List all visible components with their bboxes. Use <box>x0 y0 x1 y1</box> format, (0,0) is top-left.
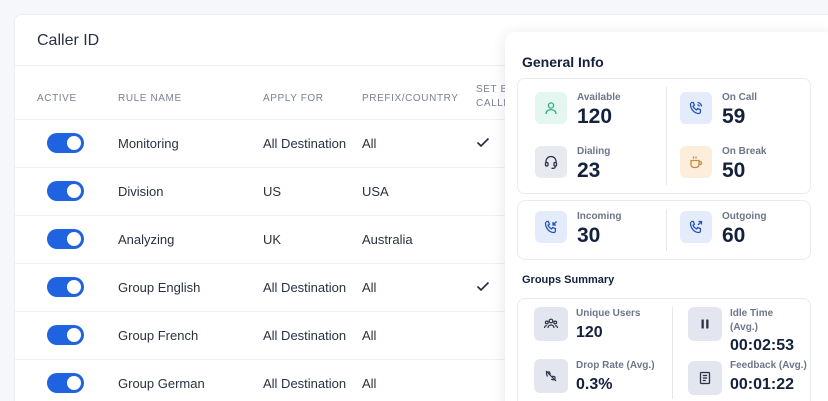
active-toggle[interactable] <box>47 277 84 297</box>
stat-outgoing-value: 60 <box>722 224 746 247</box>
stat-idle-time-label-line1: Idle Time <box>730 308 774 319</box>
groups-summary-box: Unique Users 120 Idle Time (Avg.) 00:02:… <box>517 298 811 401</box>
general-info-panel: General Info Available 120 On Call 59 Di… <box>505 32 828 401</box>
headset-icon <box>535 146 567 178</box>
stat-outgoing-label: Outgoing <box>722 211 767 222</box>
rule-name-cell: Monitoring <box>118 136 179 151</box>
rule-name-cell: Analyzing <box>118 232 175 247</box>
toggle-knob <box>67 328 81 342</box>
stat-available-label: Available <box>577 92 621 103</box>
stat-on-break-value: 50 <box>722 159 746 182</box>
rule-name-cell: Group English <box>118 280 201 295</box>
active-toggle[interactable] <box>47 325 84 345</box>
groups-divider <box>672 307 673 399</box>
stat-on-break-label: On Break <box>722 146 767 157</box>
stat-feedback-label: Feedback (Avg.) <box>730 360 807 371</box>
direction-divider <box>666 209 667 251</box>
prefix-country-cell: All <box>362 280 377 295</box>
prefix-country-cell: All <box>362 376 377 391</box>
coffee-icon <box>680 146 712 178</box>
column-header-apply-for[interactable]: APPLY FOR <box>263 92 324 106</box>
toggle-knob <box>67 280 81 294</box>
prefix-country-cell: Australia <box>362 232 413 247</box>
active-toggle[interactable] <box>47 373 84 393</box>
status-stats-box: Available 120 On Call 59 Dialing 23 On B… <box>517 78 811 194</box>
toggle-knob <box>67 184 81 198</box>
stat-drop-rate-value: 0.3% <box>576 376 613 393</box>
apply-for-cell: UK <box>263 232 282 247</box>
stat-incoming-value: 30 <box>577 224 601 247</box>
user-icon <box>535 92 567 124</box>
prefix-country-cell: All <box>362 328 377 343</box>
active-toggle[interactable] <box>47 133 84 153</box>
phone-call-icon <box>680 92 712 124</box>
stat-unique-users-label: Unique Users <box>576 308 641 319</box>
check-icon <box>476 137 490 148</box>
rule-name-cell: Group French <box>118 328 199 343</box>
apply-for-cell: All Destination <box>263 280 347 295</box>
toggle-knob <box>67 232 81 246</box>
column-header-active[interactable]: ACTIVE <box>37 92 77 106</box>
missed-call-icon <box>534 359 568 393</box>
rule-name-cell: Division <box>118 184 164 199</box>
stat-idle-time-value: 00:02:53 <box>730 337 795 354</box>
stat-dialing-label: Dialing <box>577 146 611 157</box>
general-info-title: General Info <box>522 54 604 70</box>
stats-divider <box>666 87 667 185</box>
prefix-country-cell: All <box>362 136 377 151</box>
active-toggle[interactable] <box>47 181 84 201</box>
stat-idle-time-label: Idle Time (Avg.) <box>730 307 773 335</box>
caller-id-title: Caller ID <box>37 32 100 49</box>
incoming-call-icon <box>535 211 567 243</box>
call-direction-box: Incoming 30 Outgoing 60 <box>517 200 811 260</box>
active-toggle[interactable] <box>47 229 84 249</box>
users-icon <box>534 307 568 341</box>
pause-icon <box>688 307 722 341</box>
document-icon <box>688 361 722 395</box>
stat-drop-rate-label: Drop Rate (Avg.) <box>576 360 655 371</box>
apply-for-cell: US <box>263 184 282 199</box>
prefix-country-cell: USA <box>362 184 389 199</box>
stat-on-call-value: 59 <box>722 105 746 128</box>
column-header-prefix-country[interactable]: PREFIX/COUNTRY <box>362 92 459 106</box>
apply-for-cell: All Destination <box>263 328 347 343</box>
groups-summary-title: Groups Summary <box>522 274 615 286</box>
check-icon <box>476 281 490 292</box>
toggle-knob <box>67 136 81 150</box>
stat-unique-users-value: 120 <box>576 324 603 341</box>
stat-on-call-label: On Call <box>722 92 758 103</box>
apply-for-cell: All Destination <box>263 136 347 151</box>
stat-available-value: 120 <box>577 105 613 128</box>
stat-idle-time-label-line2: (Avg.) <box>730 322 758 333</box>
stat-feedback-value: 00:01:22 <box>730 376 795 393</box>
stat-incoming-label: Incoming <box>577 211 622 222</box>
toggle-knob <box>67 376 81 390</box>
column-header-rule-name[interactable]: RULE NAME <box>118 92 182 106</box>
rule-name-cell: Group German <box>118 376 205 391</box>
stat-dialing-value: 23 <box>577 159 601 182</box>
outgoing-call-icon <box>680 211 712 243</box>
apply-for-cell: All Destination <box>263 376 347 391</box>
